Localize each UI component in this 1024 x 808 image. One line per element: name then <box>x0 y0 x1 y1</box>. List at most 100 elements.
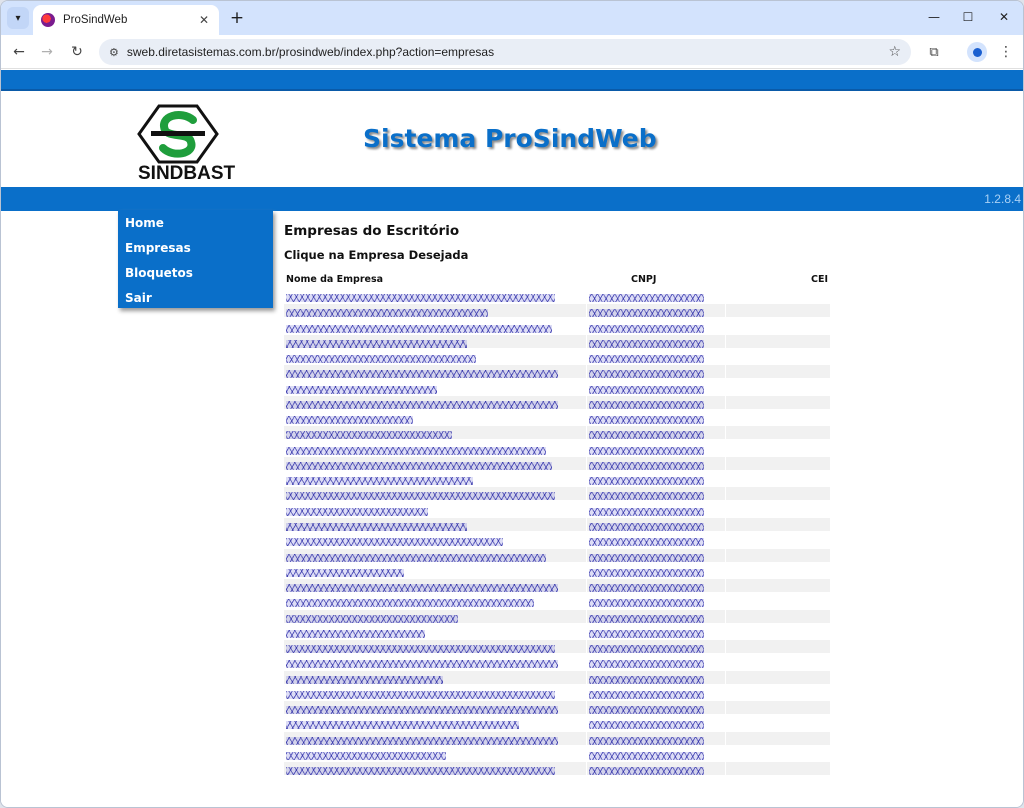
company-name-cell[interactable] <box>284 716 586 730</box>
cei-cell[interactable] <box>726 579 830 593</box>
cnpj-cell[interactable] <box>587 487 725 501</box>
cnpj-cell[interactable] <box>587 609 725 623</box>
table-row[interactable] <box>284 303 830 318</box>
cnpj-cell[interactable] <box>587 320 725 333</box>
cnpj-cell[interactable] <box>587 304 725 318</box>
cei-cell[interactable] <box>726 564 830 577</box>
cnpj-cell[interactable] <box>587 762 725 776</box>
table-row[interactable] <box>284 334 830 349</box>
reload-icon[interactable]: ↻ <box>65 41 89 63</box>
cnpj-cell[interactable] <box>587 381 725 394</box>
company-name-cell[interactable] <box>284 594 586 608</box>
table-row[interactable] <box>284 349 830 364</box>
cnpj-cell[interactable] <box>587 686 725 699</box>
tab-close-icon[interactable]: ✕ <box>195 11 213 29</box>
cei-cell[interactable] <box>726 289 830 302</box>
cnpj-cell[interactable] <box>587 442 725 455</box>
table-row[interactable] <box>284 639 830 654</box>
cei-cell[interactable] <box>726 395 830 409</box>
company-name-cell[interactable] <box>284 548 586 562</box>
tab-prosindweb[interactable]: ProSindWeb ✕ <box>33 5 219 35</box>
menu-item-empresas[interactable]: Empresas <box>118 237 273 262</box>
table-row[interactable] <box>284 456 830 471</box>
table-row[interactable] <box>284 593 830 608</box>
cei-cell[interactable] <box>726 701 830 715</box>
table-row[interactable] <box>284 319 830 334</box>
minimize-icon[interactable]: — <box>919 5 949 29</box>
company-name-cell[interactable] <box>284 686 586 699</box>
company-name-cell[interactable] <box>284 426 586 440</box>
cei-cell[interactable] <box>726 747 830 760</box>
table-row[interactable] <box>284 670 830 685</box>
company-name-cell[interactable] <box>284 564 586 577</box>
company-name-cell[interactable] <box>284 517 586 531</box>
company-name-cell[interactable] <box>284 655 586 669</box>
company-name-cell[interactable] <box>284 350 586 364</box>
cnpj-cell[interactable] <box>587 594 725 608</box>
company-name-cell[interactable] <box>284 320 586 333</box>
cei-cell[interactable] <box>726 456 830 470</box>
company-name-cell[interactable] <box>284 762 586 776</box>
cei-cell[interactable] <box>726 716 830 729</box>
cei-cell[interactable] <box>726 548 830 562</box>
table-row[interactable] <box>284 715 830 730</box>
cnpj-cell[interactable] <box>587 701 725 715</box>
cei-cell[interactable] <box>726 640 830 654</box>
address-bar[interactable]: ⚙ sweb.diretasistemas.com.br/prosindweb/… <box>99 39 911 65</box>
cnpj-cell[interactable] <box>587 365 725 379</box>
cei-cell[interactable] <box>726 625 830 638</box>
maximize-icon[interactable]: ☐ <box>953 5 983 29</box>
company-name-cell[interactable] <box>284 625 586 638</box>
bookmark-star-icon[interactable]: ☆ <box>888 44 901 60</box>
cei-cell[interactable] <box>726 609 830 623</box>
company-name-cell[interactable] <box>284 365 586 379</box>
table-row[interactable] <box>284 654 830 669</box>
company-name-cell[interactable] <box>284 334 586 348</box>
menu-item-home[interactable]: Home <box>118 212 273 237</box>
company-name-cell[interactable] <box>284 472 586 486</box>
company-name-cell[interactable] <box>284 487 586 501</box>
menu-item-sair[interactable]: Sair <box>118 287 273 312</box>
cnpj-cell[interactable] <box>587 655 725 669</box>
company-name-cell[interactable] <box>284 701 586 715</box>
company-name-cell[interactable] <box>284 289 586 302</box>
forward-icon[interactable]: → <box>35 41 59 63</box>
table-row[interactable] <box>284 532 830 547</box>
window-close-icon[interactable]: ✕ <box>989 5 1019 29</box>
cei-cell[interactable] <box>726 655 830 668</box>
company-name-cell[interactable] <box>284 442 586 455</box>
cei-cell[interactable] <box>726 365 830 379</box>
cnpj-cell[interactable] <box>587 747 725 760</box>
cei-cell[interactable] <box>726 334 830 348</box>
table-row[interactable] <box>284 700 830 715</box>
cnpj-cell[interactable] <box>587 456 725 470</box>
url-text[interactable]: sweb.diretasistemas.com.br/prosindweb/in… <box>127 45 889 59</box>
table-row[interactable] <box>284 288 830 303</box>
table-row[interactable] <box>284 731 830 746</box>
cei-cell[interactable] <box>726 686 830 699</box>
cnpj-cell[interactable] <box>587 517 725 531</box>
company-name-cell[interactable] <box>284 670 586 684</box>
cnpj-cell[interactable] <box>587 472 725 486</box>
cei-cell[interactable] <box>726 426 830 440</box>
table-row[interactable] <box>284 425 830 440</box>
cei-cell[interactable] <box>726 472 830 485</box>
company-name-cell[interactable] <box>284 640 586 654</box>
cnpj-cell[interactable] <box>587 533 725 547</box>
new-tab-icon[interactable]: + <box>227 8 247 28</box>
cnpj-cell[interactable] <box>587 625 725 638</box>
menu-item-bloquetos[interactable]: Bloquetos <box>118 262 273 287</box>
table-row[interactable] <box>284 624 830 639</box>
company-name-cell[interactable] <box>284 503 586 516</box>
cei-cell[interactable] <box>726 411 830 424</box>
company-name-cell[interactable] <box>284 579 586 593</box>
cei-cell[interactable] <box>726 731 830 745</box>
cei-cell[interactable] <box>726 533 830 546</box>
company-name-cell[interactable] <box>284 304 586 318</box>
cnpj-cell[interactable] <box>587 670 725 684</box>
table-row[interactable] <box>284 609 830 624</box>
cnpj-cell[interactable] <box>587 548 725 562</box>
table-row[interactable] <box>284 486 830 501</box>
company-name-cell[interactable] <box>284 747 586 760</box>
cnpj-cell[interactable] <box>587 411 725 425</box>
